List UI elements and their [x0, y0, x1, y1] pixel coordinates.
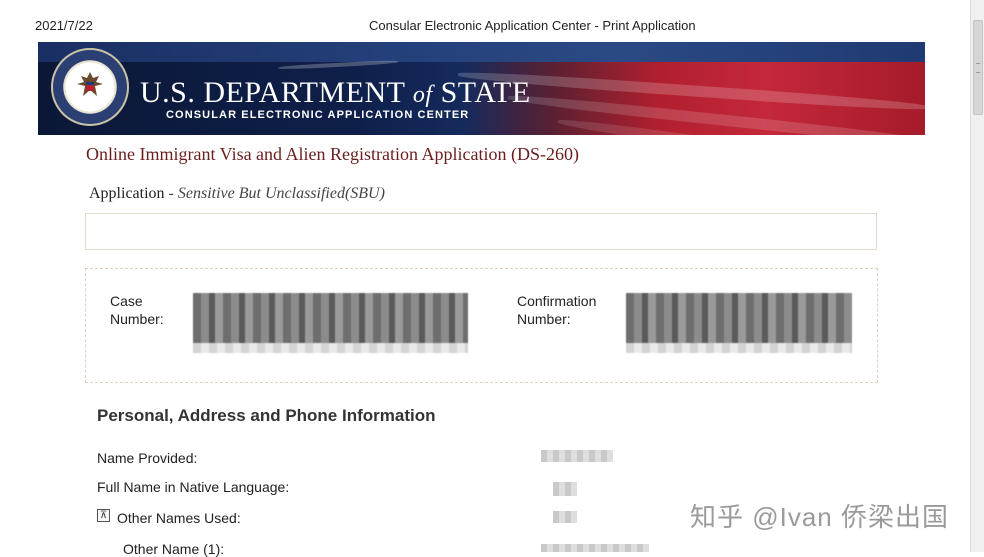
scrollbar-thumb[interactable]: [973, 20, 983, 115]
case-number-label: Case Number:: [110, 293, 164, 327]
case-info-box: Case Number: Confirmation Number:: [85, 268, 878, 383]
print-date: 2021/7/22: [35, 18, 93, 33]
native-name-label: Full Name in Native Language:: [97, 479, 290, 495]
other-names-label: Other Names Used:: [117, 510, 241, 526]
section-title: Personal, Address and Phone Information: [97, 406, 436, 425]
collapse-icon[interactable]: ⊼: [97, 509, 110, 522]
dos-seal-icon: [51, 48, 129, 126]
dos-banner: U.S. DEPARTMENT of STATE CONSULAR ELECTR…: [38, 42, 925, 135]
eagle-icon: [77, 72, 103, 96]
name-provided-value-redacted: [541, 450, 613, 462]
zhihu-watermark: 知乎 @Ivan 侨梁出国: [690, 502, 949, 532]
name-provided-label: Name Provided:: [97, 450, 198, 466]
application-title: Online Immigrant Visa and Alien Registra…: [86, 144, 580, 164]
application-classification: Application - Sensitive But Unclassified…: [89, 185, 385, 202]
print-page-title: Consular Electronic Application Center -…: [369, 18, 696, 33]
department-name: U.S. DEPARTMENT of STATE: [140, 76, 531, 109]
notice-box: [85, 213, 877, 250]
ceac-subtitle: CONSULAR ELECTRONIC APPLICATION CENTER: [166, 109, 470, 121]
other-name-1-label: Other Name (1):: [123, 541, 225, 557]
other-name-1-value-redacted: [541, 544, 649, 552]
vertical-scrollbar[interactable]: [970, 0, 984, 552]
confirmation-number-redacted: [626, 293, 852, 353]
scrollbar-grip-icon: [976, 63, 980, 73]
banner-top-strip: [38, 42, 925, 62]
other-names-value-redacted: [553, 511, 577, 523]
case-number-redacted: [193, 293, 468, 353]
confirmation-number-label: Confirmation Number:: [517, 293, 597, 327]
native-name-value-redacted: [553, 482, 577, 496]
